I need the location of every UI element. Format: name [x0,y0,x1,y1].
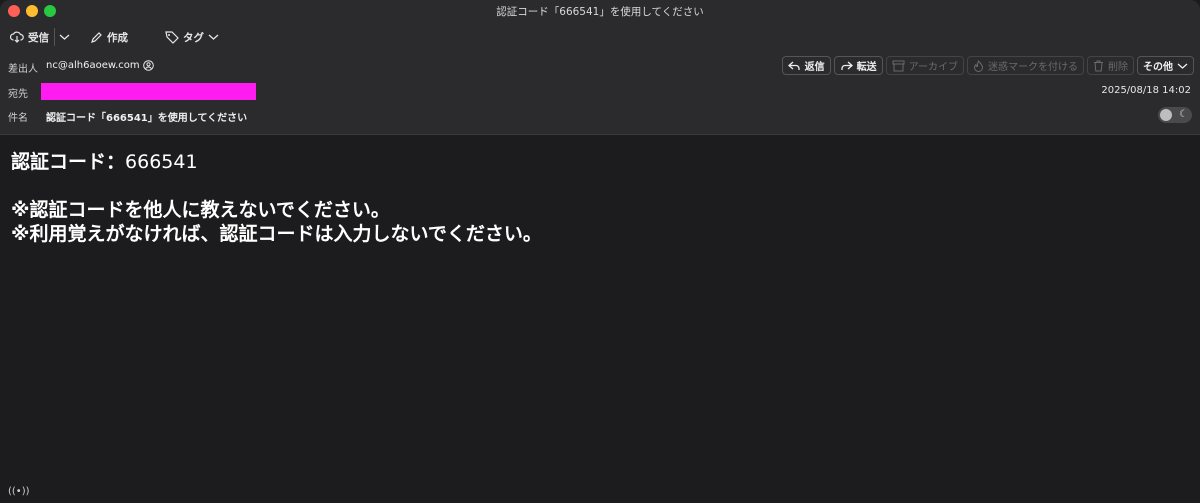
archive-box-icon [892,60,905,71]
message-date: 2025/08/18 14:02 [1101,85,1191,96]
subject-value: 認証コード「666541」を使用してください [46,113,248,124]
tag-button[interactable]: タグ [165,28,223,46]
tag-icon [165,30,179,44]
delete-button[interactable]: 削除 [1087,56,1134,75]
from-label: 差出人 [8,64,38,75]
receive-label: 受信 [28,31,49,44]
message-body: 認証コード：666541 ※認証コードを他人に教えないでください。 ※利用覚えが… [0,135,1200,503]
subject-label: 件名 [8,113,28,124]
junk-label: 迷惑マークを付ける [988,62,1078,73]
archive-button[interactable]: アーカイブ [885,56,964,75]
code-value: 666541 [125,151,198,173]
reply-icon [787,61,800,70]
dark-mode-toggle[interactable]: ☾ [1158,107,1192,123]
forward-icon [840,61,853,70]
contact-icon[interactable] [143,60,154,71]
archive-label: アーカイブ [908,62,958,73]
toggle-knob [1160,109,1172,121]
reply-label: 返信 [804,62,825,73]
moon-icon: ☾ [1179,109,1188,120]
compose-label: 作成 [107,31,128,44]
message-header: 差出人 nc@alh6aoew.com 宛先 件名 認証コード「666541」を… [0,52,1200,135]
chevron-down-icon [59,34,70,40]
more-label: その他 [1143,62,1173,73]
trash-icon [1094,60,1103,71]
from-address[interactable]: nc@alh6aoew.com [46,60,140,71]
tag-label: タグ [183,31,204,44]
verification-code-line: 認証コード：666541 [11,147,198,174]
code-label: 認証コード： [11,151,126,173]
warning-line-2: ※利用覚えがなければ、認証コードは入力しないでください。 [11,223,542,245]
broadcast-icon: ((•)) [8,486,30,497]
forward-label: 転送 [856,62,877,73]
more-button[interactable]: その他 [1137,56,1194,75]
warning-line-1: ※認証コードを他人に教えないでください。 [11,199,390,221]
chevron-down-icon [1177,63,1188,69]
to-label: 宛先 [8,89,28,100]
redacted-recipient [41,83,256,100]
toolbar-divider [54,28,55,46]
receive-button[interactable]: 受信 [10,28,49,46]
pencil-icon [91,31,102,43]
flame-icon [973,59,984,72]
title-bar: 認証コード「666541」を使用してください [0,0,1200,22]
forward-button[interactable]: 転送 [833,56,883,75]
cloud-download-icon [10,31,24,43]
toolbar: 受信 作成 タグ [0,22,1200,52]
compose-button[interactable]: 作成 [90,28,128,46]
receive-options-button[interactable] [59,28,74,46]
action-buttons: 返信 転送 アーカイブ 迷惑マークを付ける 削除 その他 [781,56,1194,75]
delete-label: 削除 [1108,62,1128,73]
chevron-down-icon [208,34,219,40]
junk-button[interactable]: 迷惑マークを付ける [967,56,1084,75]
window-title: 認証コード「666541」を使用してください [496,6,704,18]
mail-window: 認証コード「666541」を使用してください 受信 作成 タグ 差出人 nc@a… [0,0,1200,503]
reply-button[interactable]: 返信 [781,56,831,75]
